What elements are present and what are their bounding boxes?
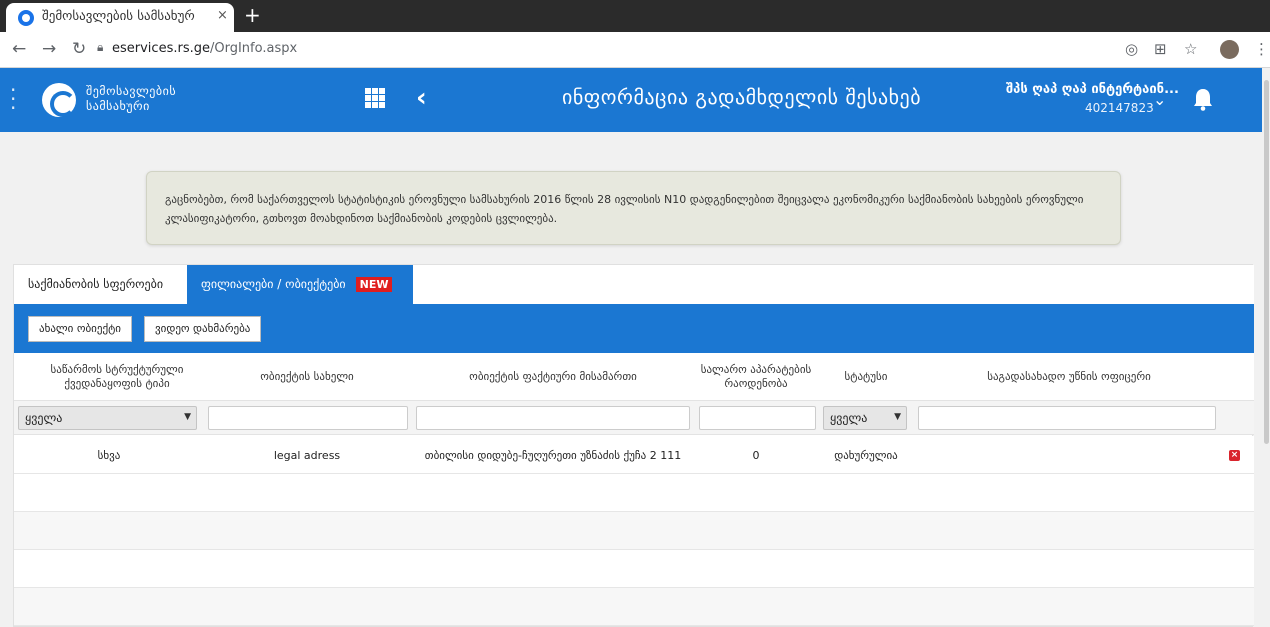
browser-menu-icon[interactable]: ⋮ — [1254, 40, 1269, 58]
logo-line2: სამსახური — [86, 99, 150, 113]
notice-box: გაცნობებთ, რომ საქართველოს სტატისტიკის ე… — [146, 171, 1121, 245]
dropdown-arrow-icon: ▼ — [894, 412, 901, 422]
table-row-empty — [14, 588, 1254, 626]
tab-branches[interactable]: ფილიალები / ობიექტები NEW — [187, 265, 413, 304]
col-cash-registers[interactable]: სალარო აპარატების რაოდენობა — [694, 353, 818, 401]
chevron-down-icon[interactable]: ⌄ — [1153, 90, 1166, 109]
table-row-empty — [14, 550, 1254, 588]
status-filter-select[interactable]: ყველა ▼ — [823, 406, 907, 430]
table-header: საწარმოს სტრუქტურული ქვედანაყოფის ტიპი ო… — [14, 353, 1254, 401]
profile-avatar[interactable] — [1220, 40, 1239, 59]
officer-filter-input[interactable] — [918, 406, 1216, 430]
translate-icon[interactable]: ⊞ — [1154, 40, 1167, 58]
new-badge: NEW — [355, 277, 393, 292]
logo-text: შემოსავლების სამსახური — [86, 84, 176, 114]
star-icon[interactable]: ☆ — [1184, 40, 1197, 58]
cell-cash-registers: 0 — [752, 448, 760, 462]
url-field[interactable]: eservices.rs.ge/OrgInfo.aspx — [112, 41, 297, 56]
scrollbar-thumb[interactable] — [1264, 80, 1269, 444]
close-tab-icon[interactable]: × — [217, 8, 228, 23]
bell-icon[interactable] — [1192, 87, 1214, 111]
tab-title: შემოსავლების სამსახურ — [42, 9, 195, 24]
col-name[interactable]: ობიექტის სახელი — [210, 353, 404, 401]
side-menu-icon[interactable]: · · · — [10, 80, 16, 118]
chevron-left-icon[interactable]: ‹ — [416, 83, 427, 113]
user-id: 402147823 — [1085, 101, 1154, 115]
tab-row: საქმიანობის სფეროები ფილიალები / ობიექტე… — [14, 265, 1254, 304]
rs-logo-icon[interactable] — [42, 83, 76, 117]
col-officer[interactable]: საგადასახადო უწნის ოფიცერი — [914, 353, 1224, 401]
dropdown-arrow-icon: ▼ — [184, 412, 191, 422]
table-row-empty — [14, 474, 1254, 512]
new-tab-button[interactable]: + — [244, 3, 261, 27]
table-row[interactable]: სხვა legal adress თბილისი დიდუბე-ჩუღურეთ… — [14, 436, 1254, 474]
forward-arrow-icon[interactable]: → — [42, 39, 56, 59]
col-status[interactable]: სტატუსი — [820, 353, 912, 401]
lock-icon[interactable]: 🔒︎ — [97, 40, 103, 55]
cell-status: დახურულია — [834, 448, 898, 462]
col-type[interactable]: საწარმოს სტრუქტურული ქვედანაყოფის ტიპი — [22, 353, 212, 401]
delete-icon[interactable]: × — [1229, 450, 1240, 461]
browser-tab[interactable]: შემოსავლების სამსახურ × — [6, 3, 234, 32]
tab-branches-label: ფილიალები / ობიექტები — [201, 277, 346, 291]
new-object-button[interactable]: ახალი ობიექტი — [28, 316, 132, 342]
url-host: eservices.rs.ge — [112, 41, 210, 56]
status-filter-value: ყველა — [830, 411, 868, 425]
branches-panel: საქმიანობის სფეროები ფილიალები / ობიექტე… — [13, 264, 1254, 627]
cell-type: სხვა — [97, 448, 121, 462]
toolbar: ახალი ობიექტი ვიდეო დახმარება — [14, 304, 1254, 353]
cell-name: legal adress — [273, 448, 341, 462]
location-icon[interactable]: ◎ — [1125, 40, 1138, 58]
app-header: · · · შემოსავლების სამსახური ‹ ინფორმაცია … — [0, 68, 1270, 132]
name-filter-input[interactable] — [208, 406, 408, 430]
type-filter-select[interactable]: ყველა ▼ — [18, 406, 197, 430]
cash-registers-filter-input[interactable] — [699, 406, 816, 430]
table-row-empty — [14, 512, 1254, 550]
url-path: /OrgInfo.aspx — [209, 41, 298, 56]
filter-row: ყველა ▼ ყველა ▼ — [14, 401, 1254, 435]
favicon-icon — [18, 10, 34, 26]
tab-activity-areas[interactable]: საქმიანობის სფეროები — [14, 265, 187, 304]
video-help-button[interactable]: ვიდეო დახმარება — [144, 316, 262, 342]
col-address[interactable]: ობიექტის ფაქტიური მისამართი — [414, 353, 692, 401]
address-filter-input[interactable] — [416, 406, 690, 430]
apps-grid-icon[interactable] — [365, 88, 385, 108]
address-bar: ← → ↻ 🔒︎ eservices.rs.ge/OrgInfo.aspx ◎ … — [0, 32, 1270, 68]
reload-icon[interactable]: ↻ — [72, 39, 86, 59]
logo-line1: შემოსავლების — [86, 84, 177, 98]
type-filter-value: ყველა — [25, 411, 63, 425]
browser-tabstrip: შემოსავლების სამსახურ × + — [0, 0, 1270, 32]
back-arrow-icon[interactable]: ← — [12, 39, 26, 59]
cell-address: თბილისი დიდუბე-ჩუღურეთი უზნაძის ქუჩა 2 1… — [424, 448, 682, 462]
page-title: ინფორმაცია გადამხდელის შესახებ — [562, 85, 922, 109]
